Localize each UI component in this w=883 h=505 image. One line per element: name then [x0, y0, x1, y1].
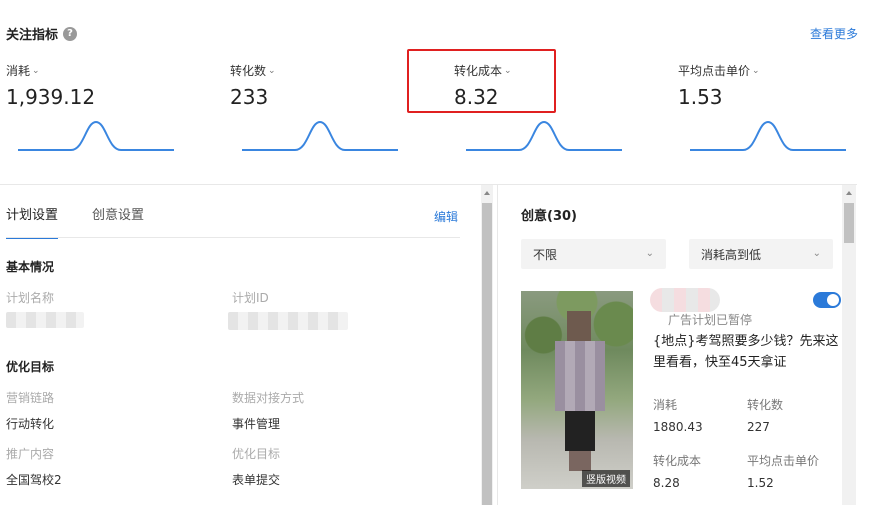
subject-head: [567, 311, 591, 341]
highlight-box: [407, 49, 556, 113]
creative-text: {地点}考驾照要多少钱？先来这里看看，快至45天拿证: [653, 334, 839, 370]
metric-cost: 消耗 ⌄ 1,939.12: [6, 62, 206, 151]
plan-name-label: 计划名称: [6, 291, 55, 305]
edit-link[interactable]: 编辑: [434, 208, 458, 225]
sparkline-chart: [690, 120, 846, 151]
divider: [0, 184, 857, 185]
toggle-knob: [827, 294, 839, 306]
tab-creative-settings[interactable]: 创意设置: [92, 204, 144, 239]
tabs-divider: [6, 237, 460, 238]
settings-tabs: 计划设置 创意设置: [6, 204, 144, 239]
scrollbar-thumb[interactable]: [844, 203, 854, 243]
filter-select[interactable]: 不限 ⌄: [521, 239, 666, 269]
chevron-down-icon: ⌄: [752, 65, 760, 76]
metric-avg-cpc: 平均点击单价 ⌄ 1.53: [678, 62, 878, 151]
chevron-down-icon: ⌄: [32, 65, 40, 76]
status-text: 广告计划已暂停: [668, 313, 753, 327]
thumbnail-subject: [555, 311, 605, 471]
creative-title: 创意(30): [521, 209, 577, 224]
sparkline-chart: [18, 120, 174, 151]
right-scrollbar[interactable]: [842, 185, 856, 505]
metric-label-text: 消耗: [6, 64, 31, 78]
metric-label-text: 转化数: [230, 64, 267, 78]
stat-label: 平均点击单价: [747, 454, 820, 468]
view-more-link[interactable]: 查看更多: [810, 25, 858, 42]
section-title-label: 关注指标: [6, 28, 59, 43]
stat-label: 消耗: [653, 398, 678, 412]
scroll-up-icon[interactable]: [846, 191, 852, 195]
opt-target-value: 表单提交: [232, 473, 281, 487]
sparkline-chart: [466, 120, 622, 151]
basic-info-title: 基本情况: [6, 260, 55, 274]
chevron-down-icon: ⌄: [812, 248, 821, 259]
metric-label-text: 平均点击单价: [678, 64, 751, 78]
marketing-chain-value: 行动转化: [6, 417, 55, 431]
data-method-value: 事件管理: [232, 417, 281, 431]
sort-select-value: 消耗高到低: [701, 247, 762, 262]
stat-value: 1.52: [747, 476, 774, 490]
plan-id-value-redacted: [228, 312, 348, 330]
marketing-chain-label: 营销链路: [6, 391, 55, 405]
subject-skirt: [565, 411, 595, 451]
metric-label[interactable]: 转化数 ⌄: [230, 62, 430, 79]
promo-content-label: 推广内容: [6, 447, 55, 461]
left-scrollbar[interactable]: [481, 185, 493, 505]
metric-label[interactable]: 平均点击单价 ⌄: [678, 62, 878, 79]
plan-id-label: 计划ID: [232, 291, 269, 305]
avatar-redacted: [650, 288, 720, 312]
promo-content-value: 全国驾校2: [6, 473, 62, 487]
plan-name-value-redacted: [6, 312, 84, 328]
divider: [497, 185, 498, 505]
stat-value: 1880.43: [653, 420, 703, 434]
metric-label[interactable]: 消耗 ⌄: [6, 62, 206, 79]
filter-select-value: 不限: [533, 247, 558, 262]
stat-label: 转化成本: [653, 454, 702, 468]
creative-toggle[interactable]: [813, 292, 841, 308]
chevron-down-icon: ⌄: [268, 65, 276, 76]
optimization-title: 优化目标: [6, 360, 55, 374]
sparkline-chart: [242, 120, 398, 151]
stat-value: 227: [747, 420, 770, 434]
subject-legs: [569, 451, 591, 471]
stat-label: 转化数: [747, 398, 784, 412]
chevron-down-icon: ⌄: [645, 248, 654, 259]
metric-value: 233: [230, 85, 269, 109]
scrollbar-thumb[interactable]: [482, 203, 492, 505]
tab-plan-settings[interactable]: 计划设置: [6, 204, 59, 239]
section-title: 关注指标 ?: [6, 24, 78, 43]
metric-value: 1,939.12: [6, 85, 96, 109]
stat-value: 8.28: [653, 476, 680, 490]
scroll-up-icon[interactable]: [484, 191, 490, 195]
metric-conversions: 转化数 ⌄ 233: [230, 62, 430, 151]
opt-target-label: 优化目标: [232, 447, 281, 461]
metric-value: 1.53: [678, 85, 723, 109]
data-method-label: 数据对接方式: [232, 391, 305, 405]
subject-body: [555, 341, 605, 411]
help-icon[interactable]: ?: [63, 26, 78, 41]
video-badge: 竖版视频: [582, 470, 630, 487]
sort-select[interactable]: 消耗高到低 ⌄: [689, 239, 833, 269]
creative-thumbnail[interactable]: 竖版视频: [521, 291, 633, 489]
